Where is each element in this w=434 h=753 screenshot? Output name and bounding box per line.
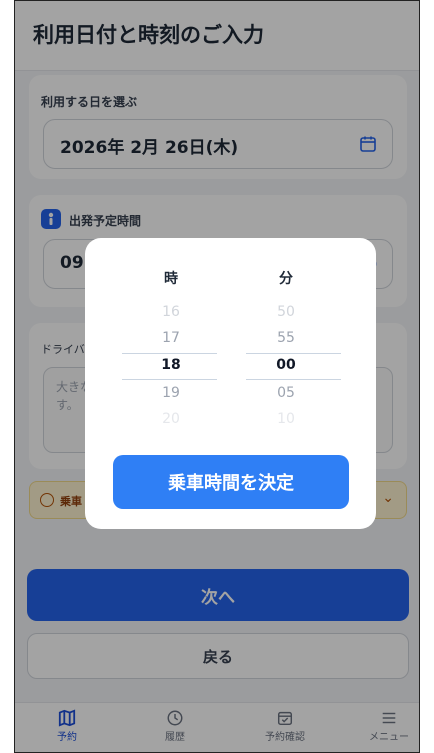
app-frame: 利用日付と時刻のご入力 利用する日を選ぶ 2026年 2月 26日(木) 出発予… [14, 0, 420, 753]
decide-time-button[interactable]: 乗車時間を決定 [113, 455, 349, 509]
minute-option[interactable]: 55 [256, 330, 316, 346]
hour-selection-line-top [122, 353, 217, 354]
minute-selection-line-top [246, 353, 341, 354]
minute-option[interactable]: 10 [256, 411, 316, 427]
hour-option[interactable]: 17 [141, 330, 201, 346]
minute-column-title: 分 [279, 271, 293, 287]
minute-selection-line-bottom [246, 379, 341, 380]
minute-option[interactable]: 05 [256, 385, 316, 401]
hour-option[interactable]: 20 [141, 411, 201, 427]
hour-option[interactable]: 16 [141, 304, 201, 320]
hour-option-selected[interactable]: 18 [141, 357, 201, 373]
hour-selection-line-bottom [122, 379, 217, 380]
hour-option[interactable]: 19 [141, 385, 201, 401]
time-picker-modal: 時 分 16 17 18 19 20 50 55 00 05 10 乗車時間を決… [85, 238, 376, 529]
minute-option[interactable]: 50 [256, 304, 316, 320]
decide-time-label: 乗車時間を決定 [168, 473, 294, 493]
hour-column-title: 時 [164, 271, 178, 287]
minute-option-selected[interactable]: 00 [256, 357, 316, 373]
